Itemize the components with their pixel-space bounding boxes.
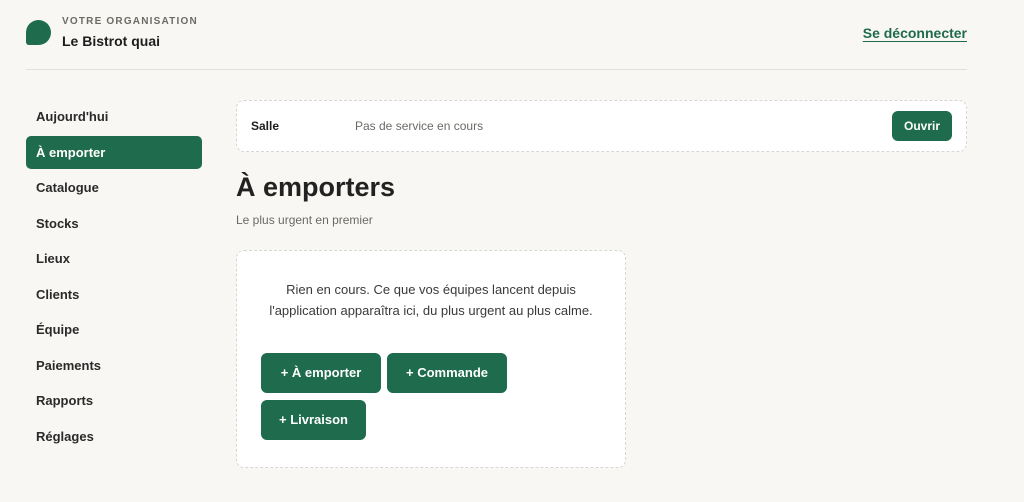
sidebar-item-rapports[interactable]: Rapports: [26, 384, 202, 417]
logout-link[interactable]: Se déconnecter: [863, 25, 967, 41]
app-header: VOTRE ORGANISATION Le Bistrot quai Se dé…: [26, 0, 967, 70]
sidebar-nav: Aujourd'hui À emporter Catalogue Stocks …: [26, 100, 202, 455]
empty-state-card: Rien en cours. Ce que vos équipes lancen…: [236, 250, 626, 468]
sidebar-item-stocks[interactable]: Stocks: [26, 207, 202, 240]
org-label: VOTRE ORGANISATION: [62, 16, 198, 27]
sidebar-item-a-emporter[interactable]: À emporter: [26, 135, 202, 169]
page-subtitle: Le plus urgent en premier: [236, 213, 373, 227]
org-name: Le Bistrot quai: [62, 33, 161, 49]
salle-status-bar: Salle Pas de service en cours Ouvrir: [236, 100, 967, 152]
sidebar-item-aujourdhui[interactable]: Aujourd'hui: [26, 100, 202, 133]
sidebar-item-paiements[interactable]: Paiements: [26, 349, 202, 382]
empty-state-text: Rien en cours. Ce que vos équipes lancen…: [269, 282, 593, 318]
salle-status: Pas de service en cours: [355, 119, 484, 133]
salle-label: Salle: [251, 119, 280, 133]
logo-icon: [26, 20, 51, 45]
sidebar-item-catalogue[interactable]: Catalogue: [26, 171, 202, 204]
add-emporter-button[interactable]: + À emporter: [261, 353, 381, 393]
page-title: À emporters: [236, 172, 396, 202]
sidebar-item-clients[interactable]: Clients: [26, 278, 202, 311]
add-livraison-button[interactable]: + Livraison: [261, 400, 366, 440]
sidebar-item-lieux[interactable]: Lieux: [26, 242, 202, 275]
sidebar-item-reglages[interactable]: Réglages: [26, 420, 202, 453]
sidebar-item-equipe[interactable]: Équipe: [26, 313, 202, 346]
open-service-button[interactable]: Ouvrir: [892, 111, 952, 141]
add-commande-button[interactable]: + Commande: [387, 353, 507, 393]
